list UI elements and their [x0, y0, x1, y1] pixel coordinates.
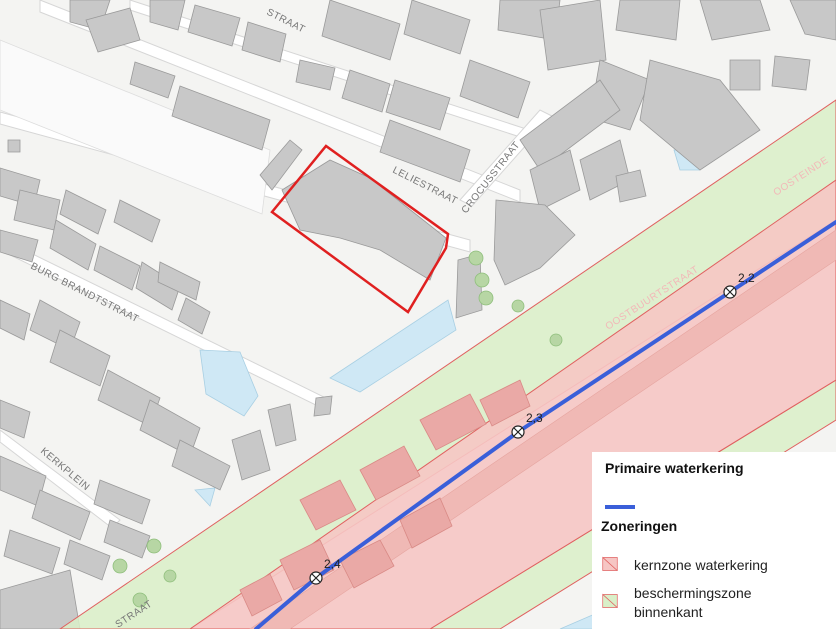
legend-swatch-kernzone [602, 556, 618, 571]
legend-title-zoneringen: Zoneringen [601, 518, 678, 534]
km-marker-label: 2,4 [324, 557, 341, 571]
legend-swatch-beschermingszone [602, 593, 618, 608]
km-marker-label: 2,3 [526, 411, 543, 425]
legend-title-primaire-waterkering: Primaire waterkering [605, 460, 744, 476]
legend-label-kernzone: kernzone waterkering [634, 557, 768, 573]
legend-swatch-waterkering-line [605, 505, 635, 509]
legend-label-beschermingszone: beschermingszone binnenkant [634, 585, 752, 620]
km-marker-label: 2,2 [738, 271, 755, 285]
map-legend: Primaire waterkering Zoneringen kernzone… [592, 452, 836, 629]
